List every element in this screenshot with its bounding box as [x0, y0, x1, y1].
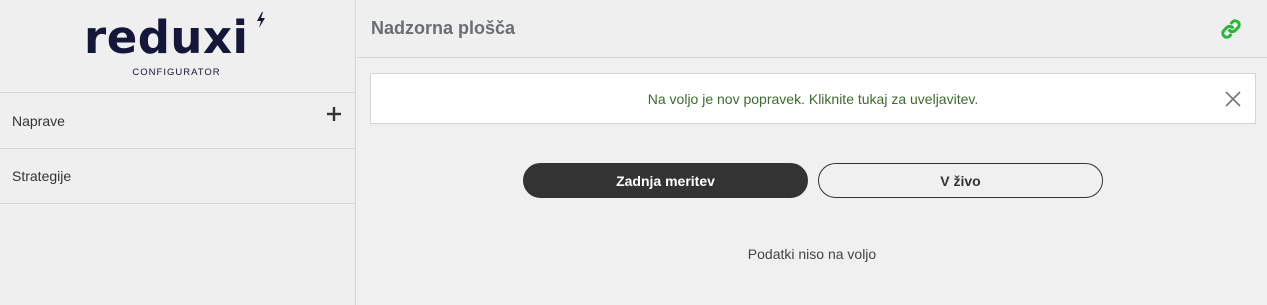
- logo: reduxi CONFIGURATOR: [0, 0, 355, 93]
- link-icon[interactable]: [1219, 17, 1243, 41]
- page-header: Nadzorna plošča: [357, 0, 1267, 58]
- page-title: Nadzorna plošča: [371, 18, 516, 38]
- logo-wordmark: reduxi: [84, 11, 249, 64]
- update-notice[interactable]: Na voljo je nov popravek. Kliknite tukaj…: [370, 73, 1256, 124]
- app-root: reduxi CONFIGURATOR Naprave Strategije N…: [0, 0, 1267, 305]
- tab-last-measurement[interactable]: Zadnja meritev: [523, 163, 808, 198]
- tab-live[interactable]: V živo: [818, 163, 1103, 198]
- bolt-icon: [257, 12, 265, 28]
- update-notice-text[interactable]: Na voljo je nov popravek. Kliknite tukaj…: [371, 91, 1255, 107]
- close-icon[interactable]: [1225, 91, 1241, 107]
- plus-icon[interactable]: [327, 107, 341, 121]
- sidebar-item-label: Strategije: [12, 168, 72, 184]
- sidebar-item-label: Naprave: [12, 113, 65, 129]
- empty-state-text: Podatki niso na voljo: [747, 246, 877, 262]
- sidebar: reduxi CONFIGURATOR Naprave Strategije: [0, 0, 356, 305]
- sidebar-item-naprave[interactable]: Naprave: [0, 94, 355, 149]
- logo-subtitle-text: CONFIGURATOR: [132, 67, 221, 78]
- sidebar-item-strategije[interactable]: Strategije: [0, 149, 355, 204]
- logo-subtitle: CONFIGURATOR: [0, 67, 355, 78]
